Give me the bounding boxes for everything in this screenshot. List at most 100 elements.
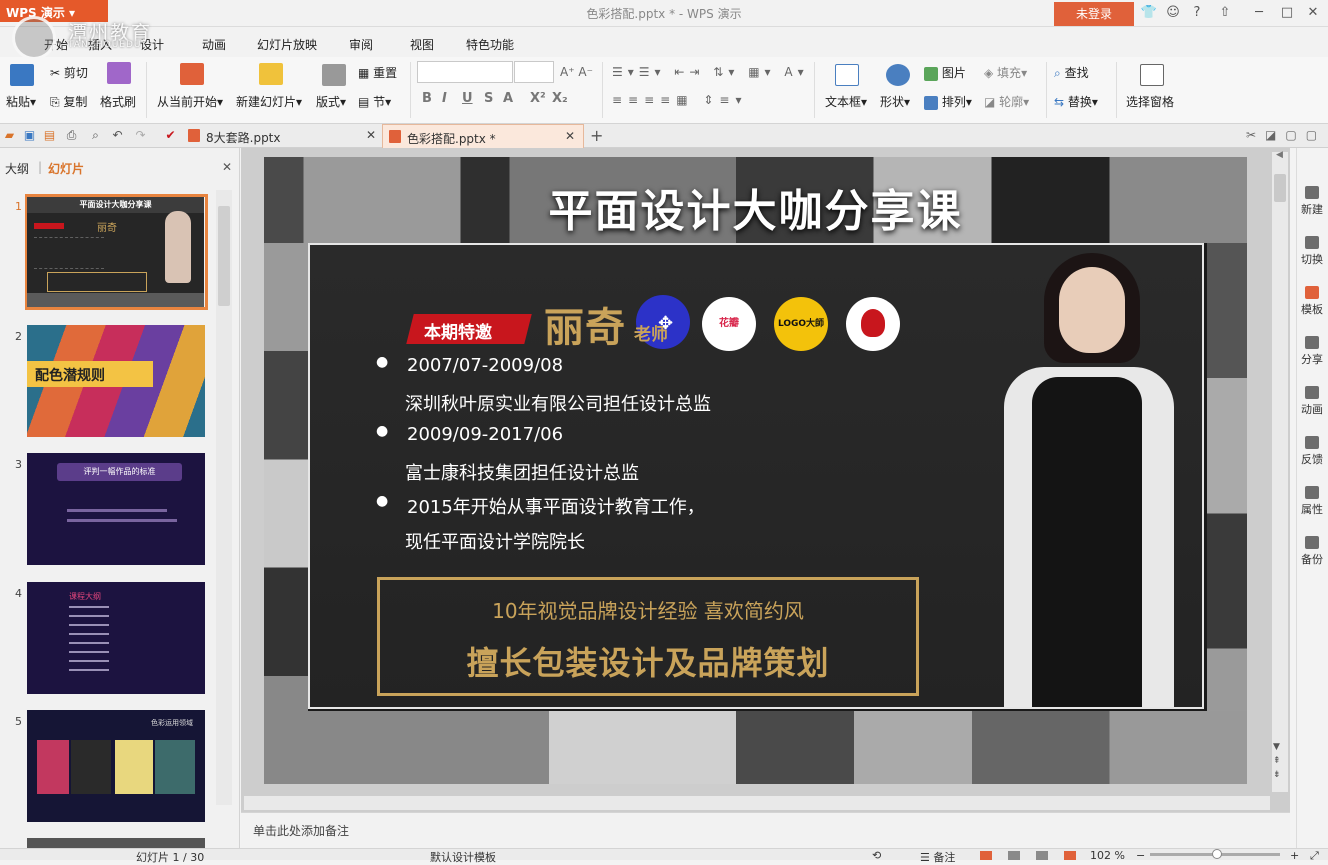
canvas-vertical-scrollbar[interactable]	[1272, 152, 1288, 792]
section-button[interactable]: ▤ 节▾	[358, 93, 391, 110]
tabbar-tools[interactable]: ✂◪▢▢	[1246, 128, 1326, 142]
reset-button[interactable]: ▦ 重置	[358, 64, 397, 81]
picture-button[interactable]: 图片	[924, 64, 966, 81]
slide-thumbnail-5[interactable]: 色彩运用领域	[27, 710, 205, 822]
tab-slideshow[interactable]: 幻灯片放映	[257, 36, 317, 53]
sidebar-item-backup[interactable]: 备份	[1296, 536, 1328, 567]
thumbnails-scroll-thumb[interactable]	[218, 206, 230, 306]
slides-tab[interactable]: 幻灯片	[48, 160, 84, 177]
portrait-face	[1059, 267, 1125, 353]
thumb-number: 1	[15, 200, 22, 213]
play-from-current-icon	[180, 63, 204, 85]
shirt-icon[interactable]: 👕	[1138, 4, 1160, 22]
sidebar-item-new[interactable]: 新建	[1296, 186, 1328, 217]
shape-button[interactable]: 形状▾	[880, 93, 910, 110]
sidebar-item-properties[interactable]: 属性	[1296, 486, 1328, 517]
redo-icon[interactable]: ↷	[133, 128, 148, 143]
find-button[interactable]: ⌕ 查找	[1054, 64, 1089, 81]
notes-placeholder[interactable]: 单击此处添加备注	[253, 822, 349, 839]
format-painter-icon	[107, 62, 131, 84]
superscript-button[interactable]: X²	[530, 91, 546, 106]
notes-toggle[interactable]: ☰ 备注	[920, 849, 955, 865]
help-icon[interactable]: ?	[1186, 4, 1208, 22]
print-preview-icon[interactable]: ⌕	[88, 128, 103, 143]
outline-tab[interactable]: 大纲	[5, 160, 29, 177]
font-size-select[interactable]	[514, 61, 554, 83]
slide-thumbnail-2[interactable]: 配色潜规则	[27, 325, 205, 437]
underline-button[interactable]: U	[462, 91, 473, 106]
tab-review[interactable]: 审阅	[349, 36, 373, 53]
format-painter-button[interactable]: 格式刷	[100, 93, 136, 110]
sidebar-item-animation[interactable]: 动画	[1296, 386, 1328, 417]
close-panel-icon[interactable]: ✕	[222, 160, 232, 174]
maximize-icon[interactable]: □	[1276, 4, 1298, 22]
from-current-button[interactable]: 从当前开始▾	[157, 93, 223, 110]
new-tab-icon[interactable]: +	[590, 126, 603, 145]
notes-pane[interactable]	[241, 812, 1290, 848]
arrange-button[interactable]: 排列▾	[924, 93, 972, 110]
copy-button[interactable]: ⎘ 复制	[50, 93, 87, 110]
bullet-text-2: 富士康科技集团担任设计总监	[405, 463, 639, 484]
sidebar-item-feedback[interactable]: 反馈	[1296, 436, 1328, 467]
outline-button[interactable]: ◪ 轮廓▾	[984, 93, 1029, 110]
tab-view[interactable]: 视图	[410, 36, 434, 53]
account-icon[interactable]: ☺	[1162, 4, 1184, 22]
doc-tab-1[interactable]: 8大套路.pptx ✕	[182, 124, 384, 148]
zoom-out-icon[interactable]: −	[1136, 849, 1145, 862]
export-pdf-icon[interactable]: ▤	[42, 128, 57, 143]
zoom-slider-thumb[interactable]	[1212, 849, 1222, 859]
login-button[interactable]: 未登录	[1054, 2, 1134, 26]
font-color-button[interactable]: A	[503, 91, 513, 106]
sidebar-toggle-icon[interactable]: ◀	[1276, 150, 1290, 166]
undo-icon[interactable]: ↶	[110, 128, 125, 143]
save-icon[interactable]: ▣	[22, 128, 37, 143]
fit-window-icon[interactable]: ⤢	[1310, 849, 1319, 863]
layout-button[interactable]: 版式▾	[316, 93, 346, 110]
close-window-icon[interactable]: ✕	[1302, 4, 1324, 22]
fill-button[interactable]: ◈ 填充▾	[984, 64, 1027, 81]
slide-1[interactable]: 平面设计大咖分享课 本期特邀 丽奇 老师 ✥ 花瓣 LOGO大師 ● 2007/…	[264, 157, 1247, 784]
normal-view-icon[interactable]	[980, 851, 992, 860]
spellcheck-icon[interactable]: ⟲	[872, 849, 881, 862]
paste-button[interactable]: 粘贴▾	[6, 93, 36, 110]
textbox-button[interactable]: 文本框▾	[825, 93, 867, 110]
reading-view-icon[interactable]	[1036, 851, 1048, 860]
close-tab-icon[interactable]: ✕	[366, 128, 376, 142]
font-grow-icon[interactable]: A⁺ A⁻	[560, 65, 593, 79]
doc-tab-2[interactable]: 色彩搭配.pptx * ✕	[382, 124, 584, 148]
pin-icon[interactable]: ✔	[163, 128, 178, 143]
list-tools[interactable]: ☰▾☰▾ ⇤⇥ ⇅▾ ▦▾ A▾	[612, 65, 809, 79]
sidebar-item-template[interactable]: 模板	[1296, 286, 1328, 317]
slideshow-icon[interactable]	[1064, 851, 1076, 860]
italic-button[interactable]: I	[442, 91, 447, 106]
slide-thumbnail-6-partial[interactable]	[27, 838, 205, 848]
slide-thumbnail-3[interactable]: 评判一幅作品的标准	[27, 453, 205, 565]
tab-special[interactable]: 特色功能	[466, 36, 514, 53]
sidebar-item-switch[interactable]: 切换	[1296, 236, 1328, 267]
canvas-vertical-scroll-thumb[interactable]	[1274, 174, 1286, 202]
template-name: 默认设计模板	[430, 851, 496, 864]
bullet-date-3: 2015年开始从事平面设计教育工作，	[407, 497, 705, 518]
sorter-view-icon[interactable]	[1008, 851, 1020, 860]
font-family-select[interactable]	[417, 61, 513, 83]
selection-pane-button[interactable]: 选择窗格	[1126, 93, 1174, 110]
shadow-button[interactable]: S	[484, 91, 493, 106]
print-icon[interactable]: ⎙	[64, 128, 79, 143]
new-slide-button[interactable]: 新建幻灯片▾	[236, 93, 302, 110]
minimize-icon[interactable]: ─	[1248, 4, 1270, 22]
collapse-ribbon-icon[interactable]: ⇧	[1214, 4, 1236, 22]
page-nav-icons[interactable]: ▼ ⇞ ⇟	[1273, 740, 1281, 782]
close-tab-icon[interactable]: ✕	[565, 129, 575, 143]
replace-button[interactable]: ⇆ 替换▾	[1054, 93, 1098, 110]
canvas-horizontal-scrollbar[interactable]	[244, 796, 1270, 810]
align-tools[interactable]: ≡≡≡≡▦ ⇕≡▾	[612, 93, 748, 107]
slide-thumbnail-1[interactable]: 平面设计大咖分享课 丽奇	[27, 197, 204, 307]
sidebar-item-share[interactable]: 分享	[1296, 336, 1328, 367]
open-folder-icon[interactable]: ▰	[2, 128, 17, 143]
slide-thumbnail-4[interactable]: 课程大纲	[27, 582, 205, 694]
zoom-in-icon[interactable]: +	[1290, 849, 1299, 862]
bold-button[interactable]: B	[422, 91, 432, 106]
cut-button[interactable]: ✂ 剪切	[50, 64, 88, 81]
tab-animation[interactable]: 动画	[202, 36, 226, 53]
subscript-button[interactable]: X₂	[552, 91, 568, 106]
